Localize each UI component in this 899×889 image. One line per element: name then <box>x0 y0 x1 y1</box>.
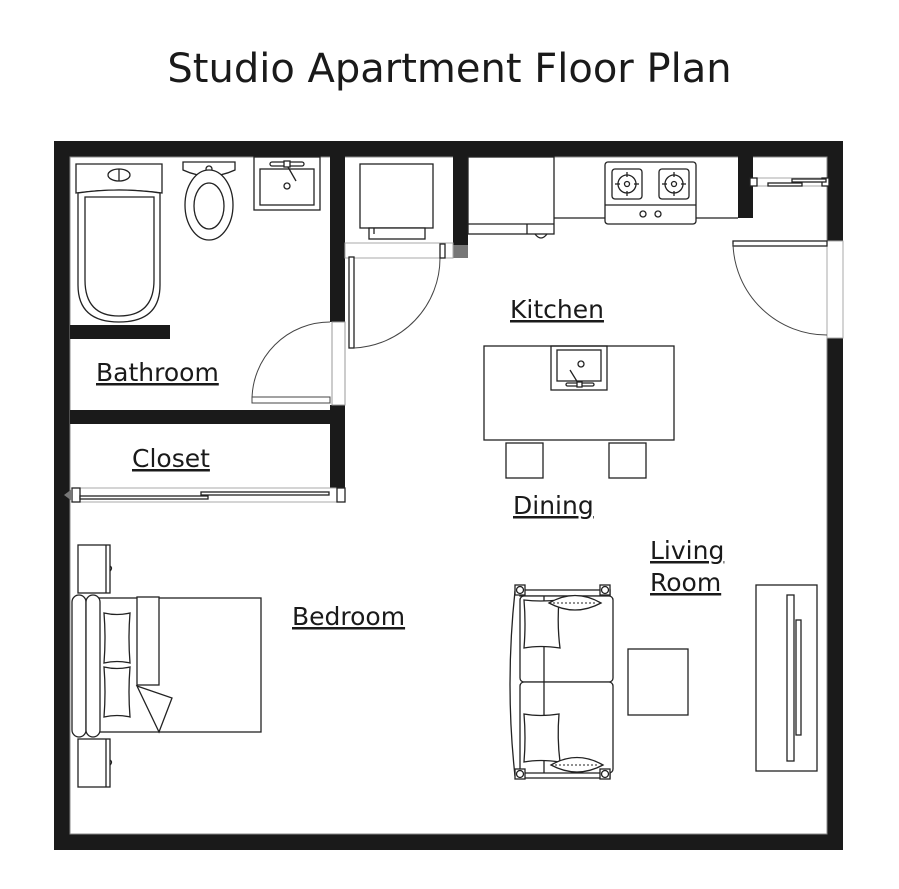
nightstand-bottom <box>77 738 113 788</box>
label-kitchen: Kitchen <box>510 295 604 324</box>
dishwasher <box>467 156 738 239</box>
label-bedroom: Bedroom <box>292 602 405 631</box>
label-living-line2: Room <box>650 568 721 597</box>
cooktop <box>604 161 697 225</box>
stool-left <box>505 442 544 479</box>
wall-bottom <box>54 834 843 850</box>
tv-console <box>755 584 818 772</box>
nightstand-top <box>77 544 113 594</box>
kitchen-pantry-door[interactable] <box>344 242 454 349</box>
wall-right-upper <box>827 141 843 241</box>
bathroom-sink <box>253 156 321 211</box>
label-living-line1: Living <box>650 536 724 565</box>
coffee-table <box>627 648 689 716</box>
closet-sliding-door[interactable] <box>64 487 346 503</box>
wall-bath-closet <box>70 410 332 424</box>
label-closet: Closet <box>132 444 210 473</box>
label-dining: Dining <box>513 491 594 520</box>
wall-right-lower <box>827 338 843 850</box>
kitchen-island <box>483 345 675 441</box>
entry-door[interactable] <box>732 240 844 339</box>
wall-bath-right <box>330 150 345 322</box>
bathroom-door[interactable] <box>251 321 346 406</box>
stool-right <box>608 442 647 479</box>
bathtub <box>75 163 163 323</box>
wall-fridge-right <box>453 148 468 258</box>
refrigerator <box>359 163 434 240</box>
wall-tub-stub <box>70 325 170 339</box>
bed <box>71 594 262 738</box>
toilet <box>182 161 236 241</box>
wall-top <box>54 141 843 157</box>
small-sliding-window[interactable] <box>749 177 830 187</box>
sofa <box>509 584 614 780</box>
label-bathroom: Bathroom <box>96 358 219 387</box>
floor-plan: Bathroom Closet Kitchen Dining Living Ro… <box>54 141 844 850</box>
wall-closet-right <box>330 405 345 500</box>
